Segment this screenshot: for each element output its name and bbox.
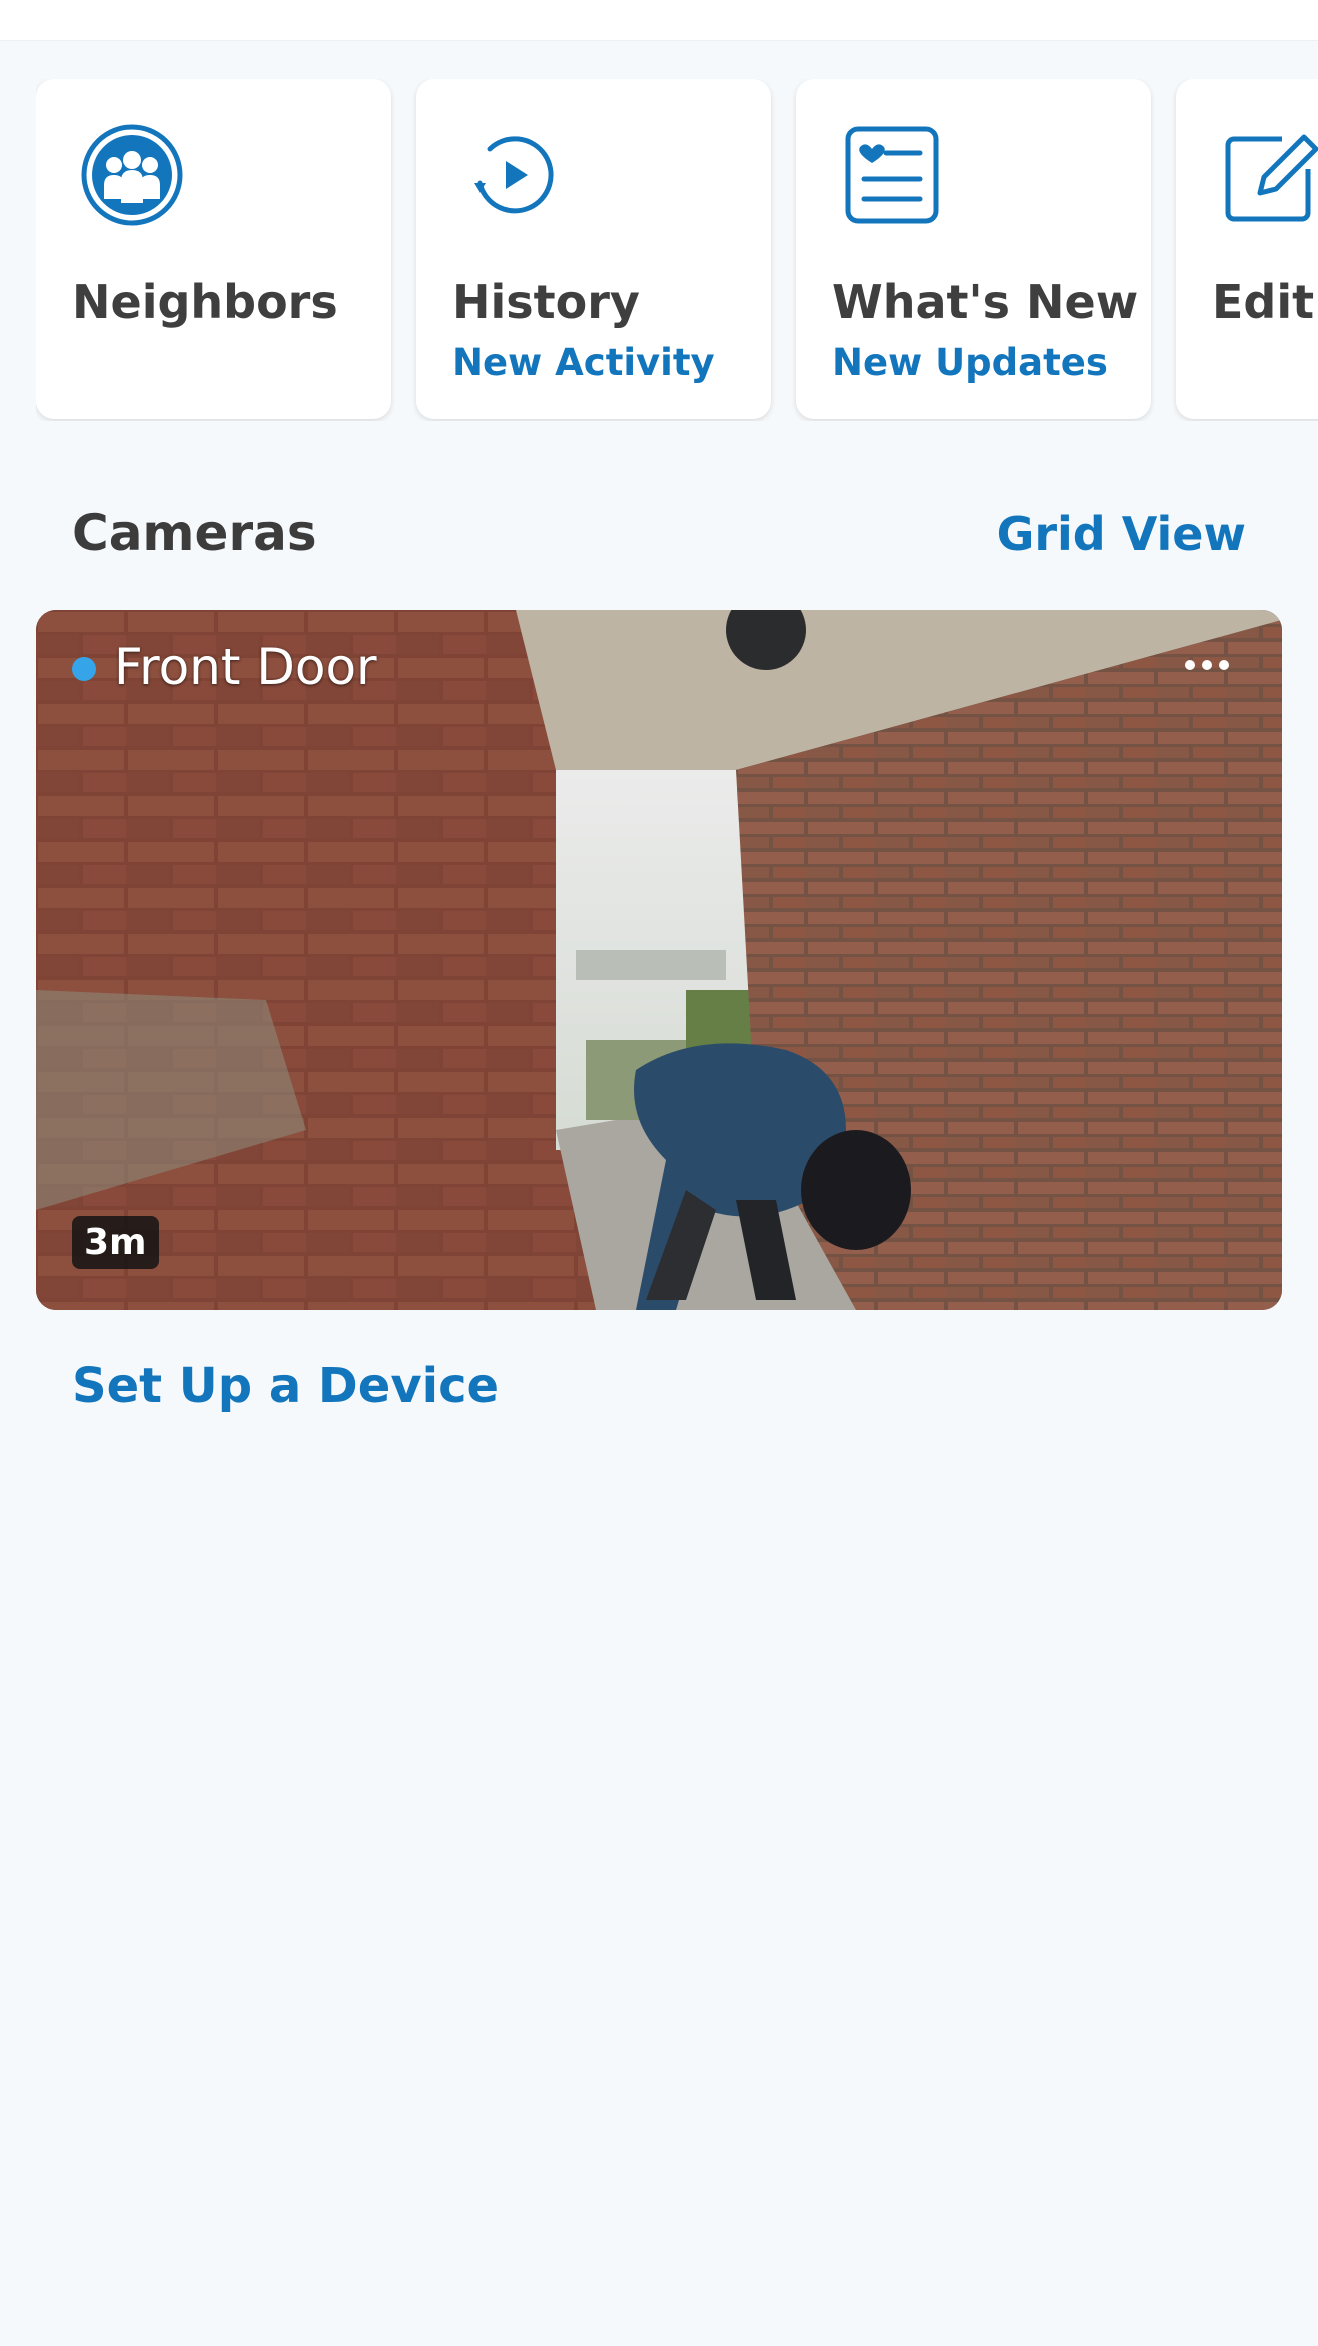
camera-card-front-door[interactable]: Front Door 3m [36, 610, 1282, 1310]
grid-view-link[interactable]: Grid View [997, 507, 1246, 561]
camera-feed-image [36, 610, 1282, 1310]
cameras-heading: Cameras [72, 504, 317, 562]
history-icon [474, 136, 554, 214]
camera-name: Front Door [114, 638, 377, 696]
tile-label: What's New [832, 275, 1139, 329]
tile-sublabel: New Activity [452, 341, 715, 384]
tile-label: Neighbors [72, 275, 338, 329]
edit-icon [1225, 134, 1318, 222]
tile-label: History [452, 275, 640, 329]
set-up-device-link[interactable]: Set Up a Device [72, 1358, 499, 1414]
last-event-badge: 3m [72, 1216, 159, 1269]
tile-whats-new[interactable]: What's New New Updates [796, 79, 1151, 419]
tile-neighbors[interactable]: Neighbors [36, 79, 391, 419]
tile-label: Edit [1212, 275, 1315, 329]
more-horizontal-icon[interactable] [1172, 640, 1242, 690]
shortcut-tiles: Neighbors History New Activity What's Ne… [36, 79, 1318, 421]
neighbors-icon [81, 124, 183, 226]
whats-new-icon [845, 126, 939, 224]
top-bar [0, 0, 1318, 41]
tile-history[interactable]: History New Activity [416, 79, 771, 419]
tile-edit[interactable]: Edit [1176, 79, 1318, 419]
online-status-dot [72, 657, 96, 681]
tile-sublabel: New Updates [832, 341, 1108, 384]
